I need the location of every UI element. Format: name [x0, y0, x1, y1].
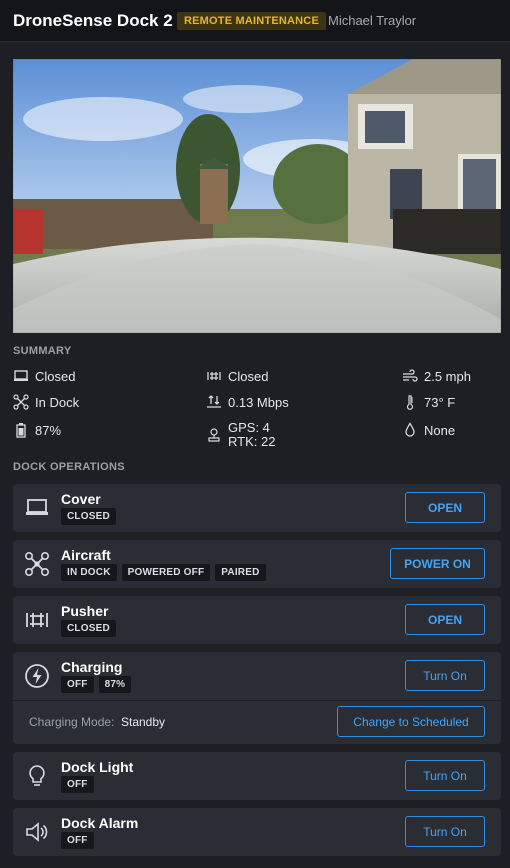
summary-wind: 2.5 mph [402, 368, 471, 384]
light-bulb-icon [24, 763, 50, 789]
dock-title: DroneSense Dock 2 [13, 11, 173, 30]
charging-turn-on-button[interactable]: Turn On [405, 660, 485, 691]
summary-cover: Closed [13, 368, 75, 384]
charging-card: Charging OFF 87% Turn On Charging Mode: … [13, 652, 501, 744]
summary-battery: 87% [13, 422, 61, 438]
charging-mode-label: Charging Mode: [29, 715, 115, 729]
wind-icon [402, 368, 418, 384]
change-to-scheduled-button[interactable]: Change to Scheduled [337, 706, 485, 737]
summary-network: 0.13 Mbps [206, 394, 289, 410]
cover-status-tag: CLOSED [61, 508, 116, 525]
summary-temperature-value: 73° F [424, 394, 456, 410]
dock-alarm-turn-on-button[interactable]: Turn On [405, 816, 485, 847]
charging-divider [13, 700, 501, 701]
user-name[interactable]: Michael Traylor [328, 13, 416, 28]
aircraft-card: Aircraft IN DOCK POWERED OFF PAIRED POWE… [13, 540, 501, 588]
summary-rtk-count: RTK: 22 [228, 434, 276, 449]
lightning-icon [24, 663, 50, 689]
pusher-icon [24, 607, 50, 633]
maintenance-badge: REMOTE MAINTENANCE [177, 12, 326, 30]
summary-battery-level: 87% [35, 422, 62, 438]
summary-wind-speed: 2.5 mph [424, 368, 471, 384]
summary-precipitation: None [402, 422, 455, 438]
pusher-status-tag: CLOSED [61, 620, 116, 637]
dock-light-name: Dock Light [61, 759, 134, 775]
thermometer-icon [402, 394, 418, 410]
aircraft-name: Aircraft [61, 547, 111, 563]
summary-label: SUMMARY [13, 345, 72, 357]
network-transfer-icon [206, 394, 222, 410]
aircraft-location-tag: IN DOCK [61, 564, 117, 581]
pusher-card: Pusher CLOSED OPEN [13, 596, 501, 644]
summary-pusher-status: Closed [228, 368, 269, 384]
dock-cover-icon [24, 495, 50, 521]
pusher-open-button[interactable]: OPEN [405, 604, 485, 635]
summary-pusher: Closed [206, 368, 268, 384]
satellite-icon [206, 427, 222, 443]
rain-drop-icon [402, 422, 418, 438]
summary-gps: GPS: 4 RTK: 22 [206, 421, 275, 449]
camera-image [13, 59, 501, 333]
charging-level-tag: 87% [98, 676, 132, 693]
charging-status-tag: OFF [61, 676, 94, 693]
battery-icon [13, 422, 29, 438]
drone-icon [13, 394, 29, 410]
charging-name: Charging [61, 659, 123, 675]
speaker-icon [24, 819, 50, 845]
aircraft-pairing-tag: PAIRED [215, 564, 266, 581]
dock-light-status-tag: OFF [61, 776, 94, 793]
summary-temperature: 73° F [402, 394, 455, 410]
dock-light-card: Dock Light OFF Turn On [13, 752, 501, 800]
dock-operations-label: DOCK OPERATIONS [13, 461, 125, 473]
camera-feed[interactable] [13, 59, 501, 333]
dock-alarm-name: Dock Alarm [61, 815, 139, 831]
pusher-icon [206, 368, 222, 384]
summary-precipitation-value: None [424, 422, 456, 438]
aircraft-power-on-button[interactable]: POWER ON [390, 548, 485, 579]
summary-gps-count: GPS: 4 [228, 420, 270, 435]
aircraft-power-tag: POWERED OFF [121, 564, 211, 581]
dock-light-turn-on-button[interactable]: Turn On [405, 760, 485, 791]
dock-cover-icon [13, 368, 29, 384]
top-bar: DroneSense Dock 2 REMOTE MAINTENANCE Mic… [0, 0, 510, 42]
pusher-name: Pusher [61, 603, 109, 619]
cover-open-button[interactable]: OPEN [405, 492, 485, 523]
cover-card: Cover CLOSED OPEN [13, 484, 501, 532]
summary-aircraft: In Dock [13, 394, 79, 410]
drone-icon [24, 551, 50, 577]
dock-alarm-card: Dock Alarm OFF Turn On [13, 808, 501, 856]
summary-network-speed: 0.13 Mbps [228, 394, 289, 410]
cover-name: Cover [61, 491, 101, 507]
summary-cover-status: Closed [35, 368, 76, 384]
charging-mode-value: Standby [121, 715, 166, 729]
summary-aircraft-status: In Dock [35, 394, 80, 410]
dock-alarm-status-tag: OFF [61, 832, 94, 849]
